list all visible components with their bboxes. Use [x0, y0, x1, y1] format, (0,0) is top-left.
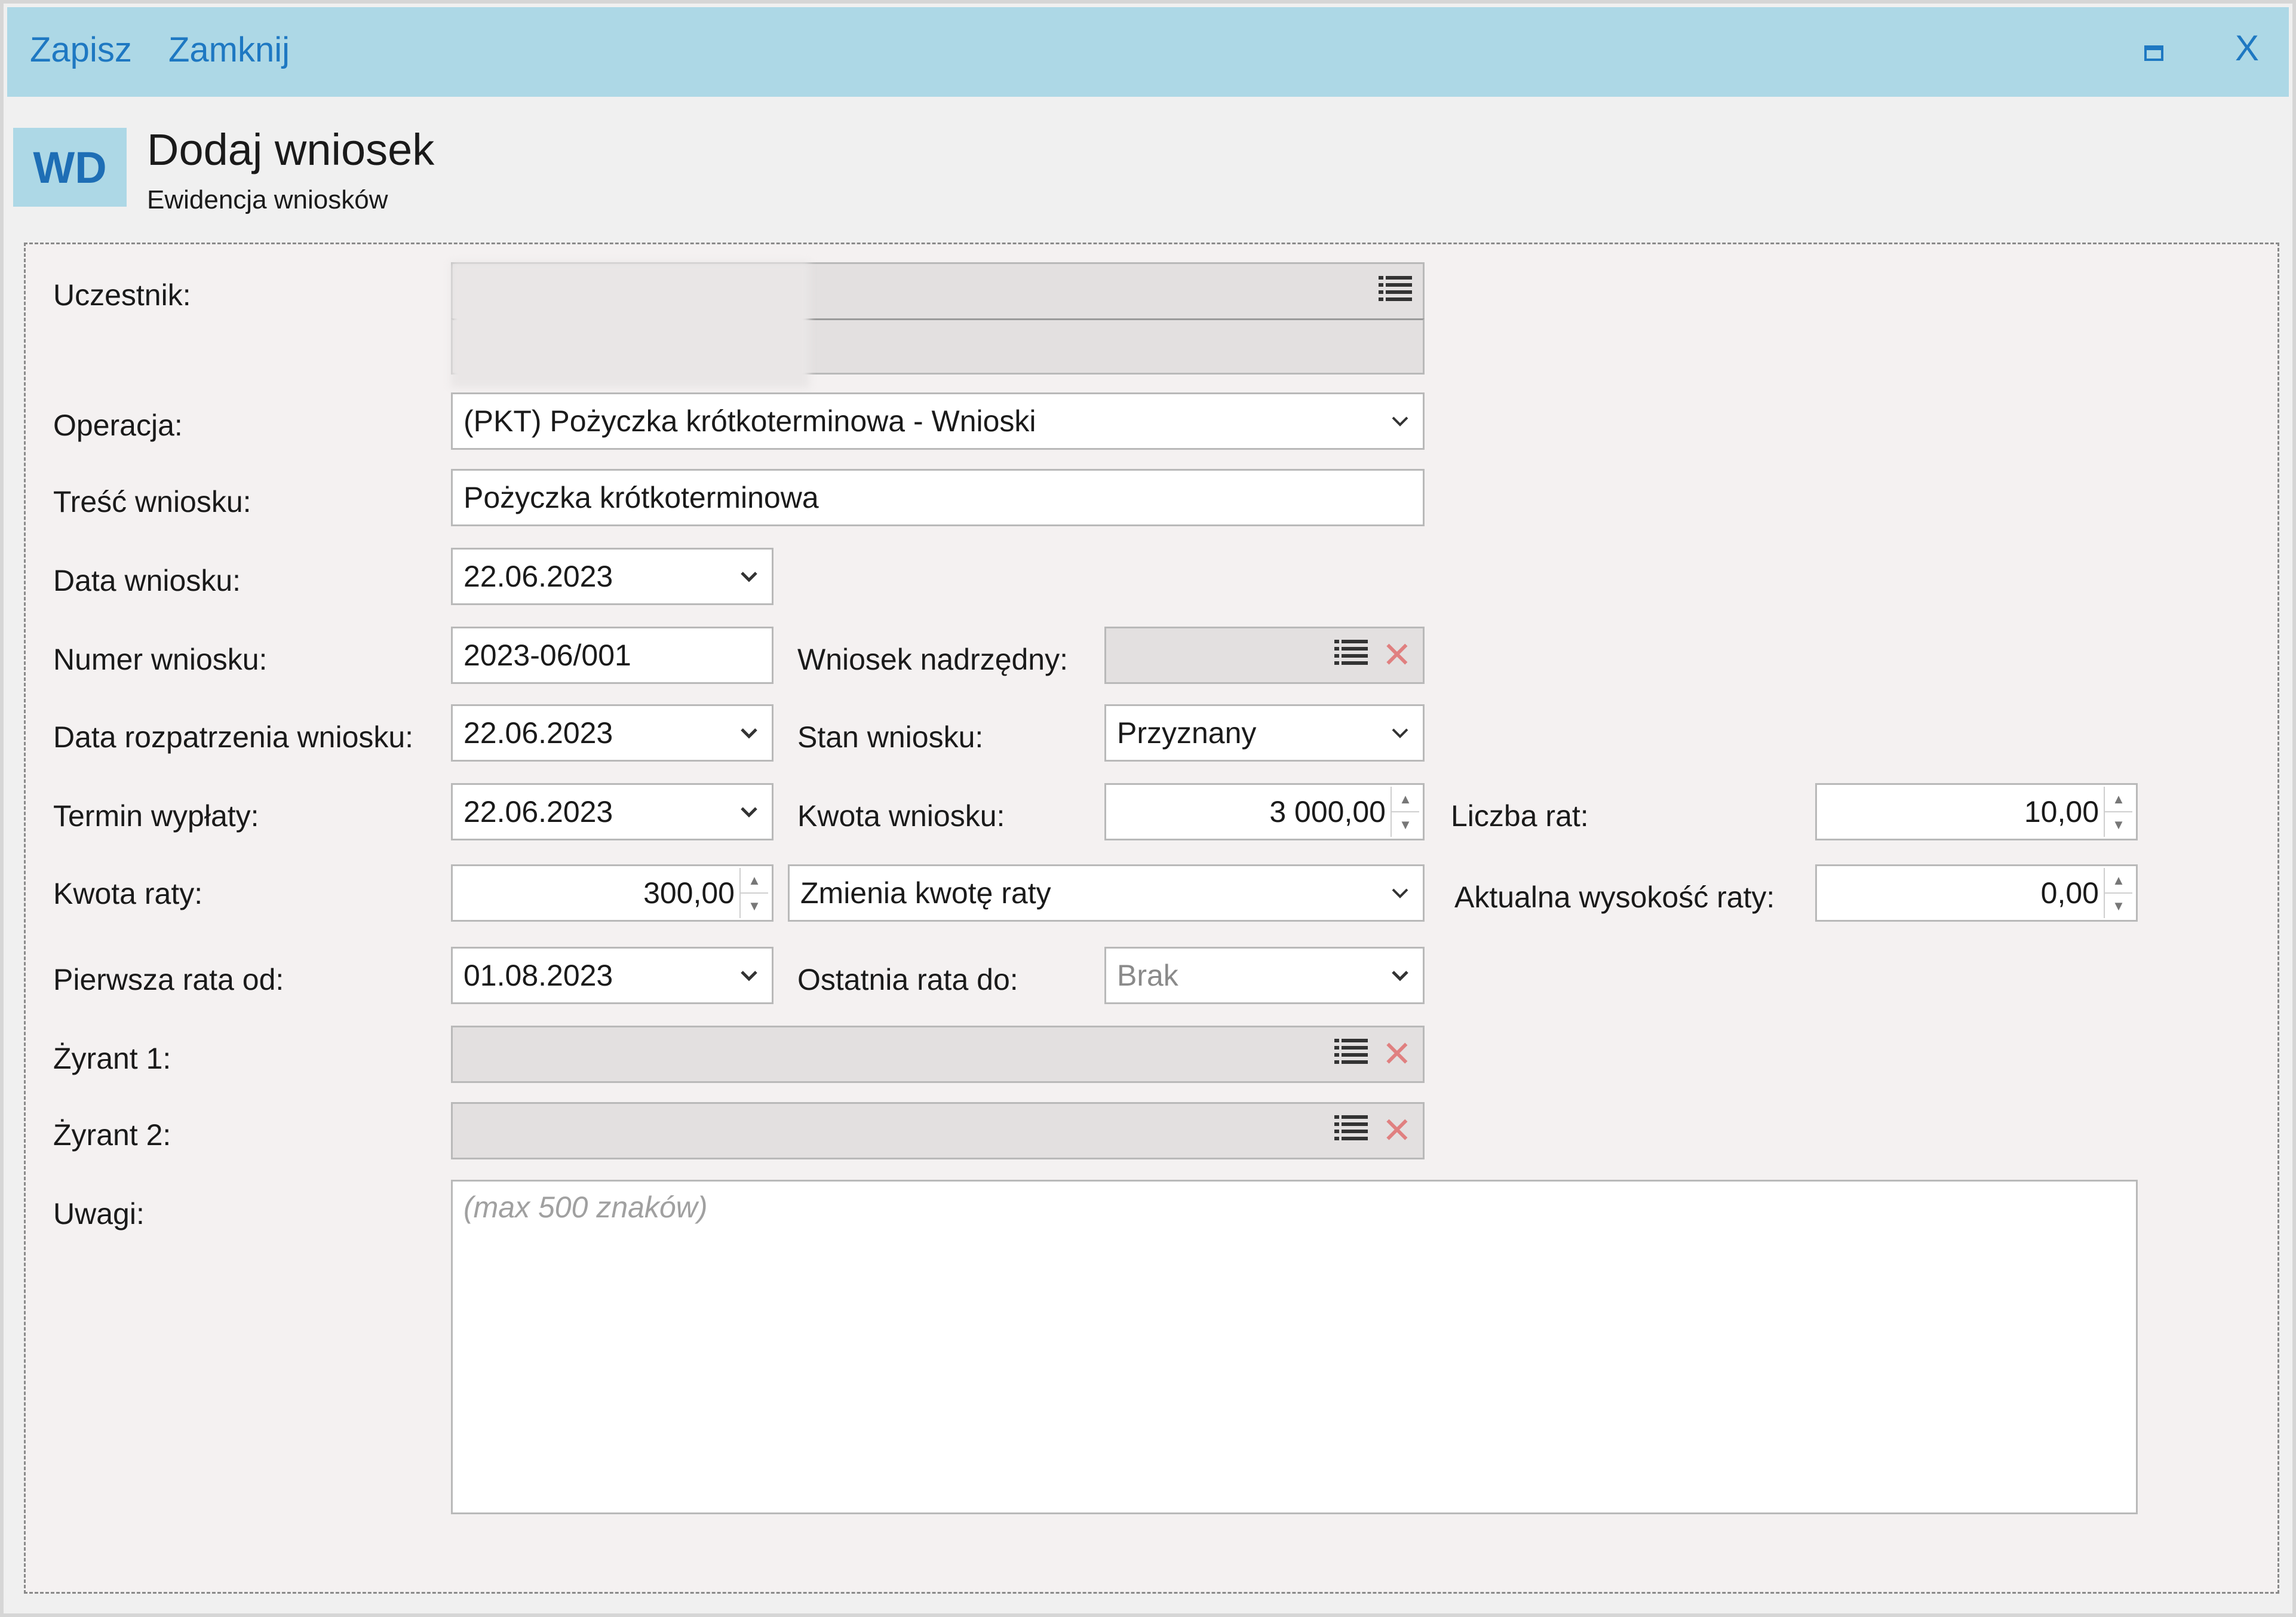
- payout-date-label: Termin wypłaty:: [53, 799, 259, 833]
- installments-count-label: Liczba rat:: [1451, 799, 1589, 833]
- notes-textarea[interactable]: (max 500 znaków): [451, 1180, 2138, 1514]
- chevron-down-icon[interactable]: [1388, 964, 1412, 987]
- installments-count-stepper[interactable]: 10,00 ▲ ▼: [1815, 783, 2138, 840]
- first-installment-date-picker[interactable]: 01.08.2023: [451, 947, 773, 1004]
- content-input[interactable]: Pożyczka krótkoterminowa: [451, 469, 1425, 526]
- spin-down-icon[interactable]: ▼: [2105, 892, 2132, 918]
- spinner[interactable]: ▲ ▼: [739, 868, 768, 918]
- status-label: Stan wniosku:: [797, 720, 984, 754]
- content-label: Treść wniosku:: [53, 485, 251, 518]
- form-panel: Uczestnik: Operacja: (PKT) Pożyczka krót…: [24, 243, 2279, 1594]
- operation-label: Operacja:: [53, 409, 183, 442]
- spin-up-icon[interactable]: ▲: [2105, 787, 2132, 811]
- list-icon[interactable]: [1334, 638, 1368, 673]
- page-title: Dodaj wniosek: [147, 125, 435, 174]
- amount-label: Kwota wniosku:: [797, 799, 1005, 833]
- installment-amount-label: Kwota raty:: [53, 877, 203, 910]
- redacted-participant: [451, 262, 809, 388]
- first-installment-label: Pierwsza rata od:: [53, 963, 284, 996]
- save-button[interactable]: Zapisz: [30, 30, 132, 70]
- spinner[interactable]: ▲ ▼: [2104, 787, 2132, 837]
- list-icon[interactable]: [1379, 274, 1412, 309]
- review-date-picker[interactable]: 22.06.2023: [451, 704, 773, 762]
- chevron-down-icon[interactable]: [737, 564, 761, 588]
- guarantor2-label: Żyrant 2:: [53, 1118, 171, 1152]
- chevron-down-icon[interactable]: [737, 800, 761, 824]
- maximize-icon[interactable]: [2144, 45, 2163, 61]
- clear-icon[interactable]: ✕: [1382, 1113, 1412, 1149]
- dialog-window: Zapisz Zamknij X WD Dodaj wniosek Ewiden…: [0, 0, 2296, 1617]
- spin-down-icon[interactable]: ▼: [741, 892, 768, 918]
- spin-down-icon[interactable]: ▼: [1392, 811, 1419, 837]
- request-date-picker[interactable]: 22.06.2023: [451, 548, 773, 605]
- last-installment-label: Ostatnia rata do:: [797, 963, 1018, 996]
- clear-icon[interactable]: ✕: [1382, 1036, 1412, 1072]
- installment-amount-stepper[interactable]: 300,00 ▲ ▼: [451, 864, 773, 922]
- last-installment-select[interactable]: Brak: [1104, 947, 1425, 1004]
- status-select[interactable]: Przyznany: [1104, 704, 1425, 762]
- spin-up-icon[interactable]: ▲: [1392, 787, 1419, 811]
- spin-up-icon[interactable]: ▲: [741, 868, 768, 892]
- close-button[interactable]: Zamknij: [168, 30, 290, 70]
- spin-down-icon[interactable]: ▼: [2105, 811, 2132, 837]
- current-installment-label: Aktualna wysokość raty:: [1454, 880, 1775, 914]
- list-icon[interactable]: [1334, 1113, 1368, 1148]
- request-date-label: Data wniosku:: [53, 564, 241, 597]
- installment-mode-select[interactable]: Zmienia kwotę raty: [788, 864, 1425, 922]
- module-tile: WD: [13, 128, 127, 207]
- chevron-down-icon[interactable]: [737, 964, 761, 987]
- chevron-down-icon[interactable]: [1388, 409, 1412, 433]
- parent-request-label: Wniosek nadrzędny:: [797, 643, 1069, 676]
- request-number-label: Numer wniosku:: [53, 643, 268, 676]
- chevron-down-icon[interactable]: [1388, 881, 1412, 905]
- review-date-label: Data rozpatrzenia wniosku:: [53, 720, 414, 754]
- payout-date-picker[interactable]: 22.06.2023: [451, 783, 773, 840]
- chevron-down-icon[interactable]: [737, 721, 761, 745]
- close-window-button[interactable]: X: [2235, 27, 2259, 69]
- spinner[interactable]: ▲ ▼: [2104, 868, 2132, 918]
- amount-stepper[interactable]: 3 000,00 ▲ ▼: [1104, 783, 1425, 840]
- list-icon[interactable]: [1334, 1037, 1368, 1072]
- page-header: WD Dodaj wniosek Ewidencja wniosków: [7, 97, 2289, 240]
- clear-icon[interactable]: ✕: [1382, 637, 1412, 673]
- parent-request-field[interactable]: ✕: [1104, 627, 1425, 684]
- guarantor2-field[interactable]: ✕: [451, 1102, 1425, 1159]
- guarantor1-label: Żyrant 1:: [53, 1042, 171, 1075]
- title-bar: Zapisz Zamknij X: [7, 7, 2289, 97]
- guarantor1-field[interactable]: ✕: [451, 1026, 1425, 1083]
- operation-select[interactable]: (PKT) Pożyczka krótkoterminowa - Wnioski: [451, 392, 1425, 450]
- notes-label: Uwagi:: [53, 1197, 145, 1231]
- participant-label: Uczestnik:: [53, 278, 191, 312]
- request-number-input[interactable]: 2023-06/001: [451, 627, 773, 684]
- page-subtitle: Ewidencja wniosków: [147, 185, 388, 214]
- spinner[interactable]: ▲ ▼: [1391, 787, 1419, 837]
- current-installment-stepper[interactable]: 0,00 ▲ ▼: [1815, 864, 2138, 922]
- spin-up-icon[interactable]: ▲: [2105, 868, 2132, 892]
- chevron-down-icon[interactable]: [1388, 721, 1412, 745]
